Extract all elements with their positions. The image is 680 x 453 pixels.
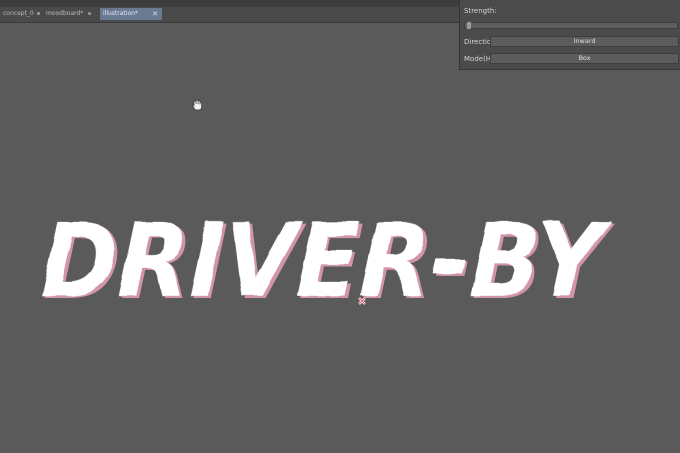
title-text: DRIVER-BY (39, 202, 613, 321)
transform-center-icon[interactable] (357, 296, 367, 306)
title-art: DRIVER-BY DRIVER-BY (39, 202, 616, 323)
